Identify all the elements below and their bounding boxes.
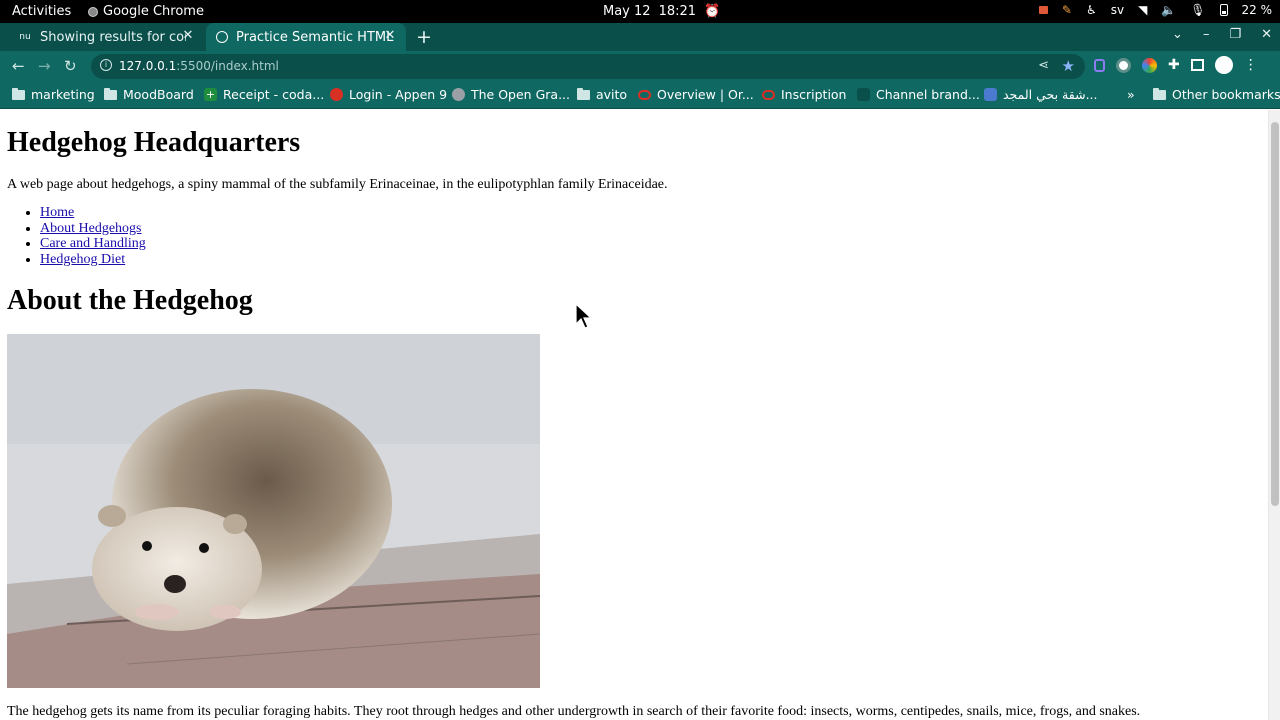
bookmark-appen-login[interactable]: Login - Appen 9 xyxy=(330,87,447,102)
time: 18:21 xyxy=(658,4,697,19)
appen-icon xyxy=(330,88,343,101)
nav-item: Care and Handling xyxy=(40,236,146,252)
bookmarks-bar: marketing MoodBoard + Receipt - coda... L… xyxy=(0,82,1280,109)
eyedropper-icon: ✎ xyxy=(1061,3,1072,17)
hedgehog-photo xyxy=(7,334,540,688)
bookmark-star-icon[interactable]: ★ xyxy=(1062,57,1075,75)
bookmark-open-graph[interactable]: The Open Gra... xyxy=(452,87,570,102)
bookmark-inscription[interactable]: Inscription xyxy=(762,87,847,102)
tab-strip: nu Showing results for content ✕ Practic… xyxy=(0,23,1280,51)
reload-icon[interactable]: ↻ xyxy=(64,57,77,75)
other-bookmarks[interactable]: Other bookmarks xyxy=(1153,87,1280,102)
nav-item: Hedgehog Diet xyxy=(40,252,146,268)
extension-colorpicker-icon[interactable] xyxy=(1142,57,1157,73)
folder-icon xyxy=(12,87,25,100)
tab-title: Showing results for content xyxy=(40,29,186,45)
nav-link-home[interactable]: Home xyxy=(40,205,74,220)
nav-link-care[interactable]: Care and Handling xyxy=(40,236,146,251)
battery-level: 22 % xyxy=(1241,3,1273,17)
folder-icon xyxy=(104,87,117,100)
accessibility-icon: ♿ xyxy=(1085,3,1097,17)
body-paragraph: The hedgehog gets its name from its pecu… xyxy=(7,704,1141,719)
bookmarks-overflow-button[interactable]: » xyxy=(1127,87,1135,102)
folder-icon xyxy=(1153,87,1166,100)
bookmark-receipt[interactable]: + Receipt - coda... xyxy=(204,87,324,102)
extension-ring-icon[interactable] xyxy=(1116,57,1131,73)
microphone-icon: 🎙 xyxy=(1190,3,1206,17)
tab-favicon: nu xyxy=(19,32,31,42)
scrollbar-thumb[interactable] xyxy=(1271,122,1279,506)
address-bar[interactable]: i 127.0.0.1:5500/index.html ⋖ ★ xyxy=(91,54,1085,79)
oracle-icon xyxy=(762,89,775,100)
bookmark-avito[interactable]: avito xyxy=(577,87,627,102)
clock[interactable]: May 12 18:21 ⏰ xyxy=(603,4,720,19)
browser-toolbar: ← → ↻ i 127.0.0.1:5500/index.html ⋖ ★ ✚ … xyxy=(0,51,1280,82)
bookmark-channel-brand[interactable]: Channel brand... xyxy=(857,87,980,102)
page-scrollbar[interactable] xyxy=(1268,110,1280,720)
app-name: Google Chrome xyxy=(103,4,204,19)
new-tab-button[interactable]: + xyxy=(416,26,432,48)
app-menu[interactable]: Google Chrome xyxy=(88,4,204,19)
tab-search-results[interactable]: nu Showing results for content ✕ xyxy=(8,23,204,51)
extension-bracket-icon[interactable] xyxy=(1094,58,1105,72)
extensions-puzzle-icon[interactable]: ✚ xyxy=(1168,57,1180,73)
bookmark-arabic-listing[interactable]: شقة بحي المجد... xyxy=(984,87,1097,102)
page-content: Hedgehog Headquarters A web page about h… xyxy=(0,110,1268,720)
share-icon[interactable]: ⋖ xyxy=(1038,58,1049,73)
bookmark-overview[interactable]: Overview | Or... xyxy=(638,87,754,102)
nav-link-about[interactable]: About Hedgehogs xyxy=(40,221,142,236)
screen-record-icon xyxy=(1038,6,1048,14)
tab-title: Practice Semantic HTML xyxy=(236,29,394,45)
opengraph-icon xyxy=(452,88,465,101)
tab-practice-semantic-html[interactable]: Practice Semantic HTML ✕ xyxy=(206,23,406,51)
bookmark-marketing[interactable]: marketing xyxy=(12,87,95,102)
minimize-icon[interactable]: – xyxy=(1203,27,1210,42)
folder-icon xyxy=(577,87,590,100)
keyboard-layout[interactable]: sv xyxy=(1111,3,1124,17)
nav-item: Home xyxy=(40,205,146,221)
close-tab-icon[interactable]: ✕ xyxy=(180,28,196,43)
date: May 12 xyxy=(603,4,651,19)
oracle-icon xyxy=(638,89,651,100)
wifi-icon: ◥ xyxy=(1138,3,1148,17)
chrome-icon xyxy=(88,6,98,17)
alarm-icon: ⏰ xyxy=(704,4,721,19)
channel-icon xyxy=(857,88,870,101)
bookmark-moodboard[interactable]: MoodBoard xyxy=(104,87,194,102)
tab-search-icon[interactable]: ⌄ xyxy=(1172,27,1183,42)
system-top-bar: Activities Google Chrome May 12 18:21 ⏰ … xyxy=(0,0,1280,23)
mouse-cursor-icon xyxy=(575,303,593,329)
close-window-icon[interactable]: ✕ xyxy=(1261,27,1272,42)
url-text[interactable]: 127.0.0.1:5500/index.html xyxy=(119,59,279,73)
site-info-icon[interactable]: i xyxy=(100,59,112,71)
forward-icon[interactable]: → xyxy=(38,57,51,75)
section-heading: About the Hedgehog xyxy=(7,285,253,316)
extensions-area: ✚ ⋮ xyxy=(1094,56,1258,74)
globe-icon xyxy=(216,31,228,43)
side-panel-icon[interactable] xyxy=(1190,59,1204,71)
site-nav: Home About Hedgehogs Care and Handling H… xyxy=(40,205,146,267)
activities-button[interactable]: Activities xyxy=(12,4,71,19)
nav-link-diet[interactable]: Hedgehog Diet xyxy=(40,252,125,267)
back-icon[interactable]: ← xyxy=(12,57,25,75)
plus-icon: + xyxy=(204,88,217,101)
close-tab-icon[interactable]: ✕ xyxy=(382,28,398,43)
window-controls: ⌄ – ❐ ✕ xyxy=(1172,27,1272,42)
system-tray[interactable]: ✎ ♿ sv ◥ 🔈 🎙 22 % xyxy=(1038,3,1273,17)
cube-icon xyxy=(984,88,997,101)
menu-kebab-icon[interactable]: ⋮ xyxy=(1244,57,1258,73)
battery-icon xyxy=(1219,4,1228,16)
nav-item: About Hedgehogs xyxy=(40,221,146,237)
intro-paragraph: A web page about hedgehogs, a spiny mamm… xyxy=(7,177,668,192)
maximize-icon[interactable]: ❐ xyxy=(1229,27,1241,42)
page-title: Hedgehog Headquarters xyxy=(7,127,301,158)
profile-avatar[interactable] xyxy=(1214,56,1233,74)
volume-icon: 🔈 xyxy=(1161,3,1177,17)
